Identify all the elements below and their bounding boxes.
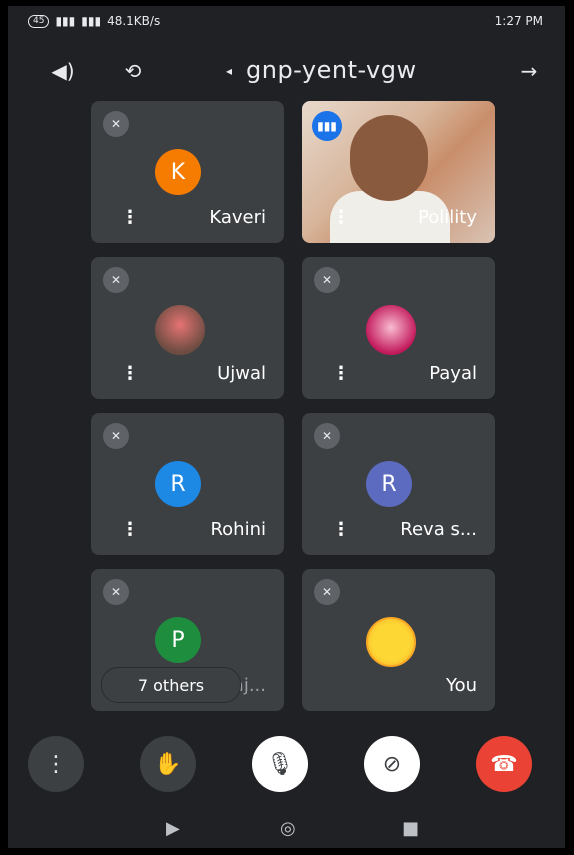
chevron-icon[interactable]: ◂ — [226, 64, 232, 78]
meet-screen: 45 ▮▮▮ ▮▮▮ 48.1KB/s 1:27 PM ◀) ⟲ ◂ gnp-y… — [8, 6, 565, 848]
more-options-icon[interactable]: ⋮ — [121, 519, 139, 540]
back-nav-icon[interactable]: ▶ — [166, 818, 180, 839]
switch-camera-icon[interactable]: ⟲ — [118, 56, 148, 86]
avatar: K — [155, 149, 201, 195]
status-left: 45 ▮▮▮ ▮▮▮ 48.1KB/s — [28, 14, 160, 28]
participant-tile-rohini[interactable]: ✕ R ⋮ Rohini — [91, 413, 284, 555]
mic-off-icon: ✕ — [314, 423, 340, 449]
more-options-button[interactable]: ⋮ — [28, 736, 84, 792]
participant-tile-kaveri[interactable]: ✕ K ⋮ Kaveri — [91, 101, 284, 243]
participant-tile-ujwal[interactable]: ✕ ⋮ Ujwal — [91, 257, 284, 399]
meeting-header: ◀) ⟲ ◂ gnp-yent-vgw → — [8, 46, 565, 96]
others-count-chip[interactable]: 7 others — [101, 667, 241, 703]
avatar — [155, 305, 205, 355]
mic-toggle-button[interactable]: 🎙 — [252, 736, 308, 792]
home-nav-icon[interactable]: ◎ — [280, 818, 296, 839]
mic-off-icon: ✕ — [314, 267, 340, 293]
camera-toggle-button[interactable]: ⊘ — [364, 736, 420, 792]
avatar — [366, 617, 416, 667]
participant-tile-polility[interactable]: ▮▮▮ ⋮ Polility — [302, 101, 495, 243]
participant-name: Rohini — [210, 519, 266, 540]
avatar: P — [155, 617, 201, 663]
participant-name: Kaveri — [209, 207, 266, 228]
more-options-icon[interactable]: ⋮ — [121, 363, 139, 384]
raise-hand-button[interactable]: ✋ — [140, 736, 196, 792]
avatar: R — [366, 461, 412, 507]
recents-nav-icon[interactable]: ■ — [402, 818, 419, 839]
network-speed: 48.1KB/s — [107, 14, 161, 28]
battery-indicator: 45 — [28, 14, 50, 28]
mic-off-icon: ✕ — [103, 111, 129, 137]
participant-tile-payal[interactable]: ✕ ⋮ Payal — [302, 257, 495, 399]
more-options-icon[interactable]: ⋮ — [121, 207, 139, 228]
signal-icon-2: ▮▮▮ — [81, 14, 102, 28]
system-navigation-bar: ▶ ◎ ■ — [8, 806, 565, 848]
mic-off-icon: ✕ — [103, 267, 129, 293]
participant-name: Reva s... — [400, 519, 477, 540]
more-options-icon[interactable]: ⋮ — [332, 519, 350, 540]
signal-icon: ▮▮▮ — [55, 14, 76, 28]
status-bar: 45 ▮▮▮ ▮▮▮ 48.1KB/s 1:27 PM — [8, 6, 565, 38]
avatar — [366, 305, 416, 355]
participant-name: Ujwal — [217, 363, 266, 384]
participant-name: Polility — [418, 207, 477, 228]
participant-tile-others[interactable]: ✕ P Praj... 7 others — [91, 569, 284, 711]
participant-tile-you[interactable]: ✕ You — [302, 569, 495, 711]
hang-up-button[interactable]: ☎ — [476, 736, 532, 792]
participant-name: You — [445, 675, 477, 696]
video-person-face — [350, 115, 428, 201]
mic-off-icon: ✕ — [103, 579, 129, 605]
speaking-indicator-icon: ▮▮▮ — [312, 111, 342, 141]
speaker-icon[interactable]: ◀) — [48, 56, 78, 86]
mic-off-icon: ✕ — [314, 579, 340, 605]
status-time: 1:27 PM — [494, 14, 543, 28]
meeting-code[interactable]: gnp-yent-vgw — [246, 56, 417, 84]
avatar: R — [155, 461, 201, 507]
more-options-icon[interactable]: ⋮ — [332, 363, 350, 384]
more-options-icon[interactable]: ⋮ — [332, 207, 350, 228]
arrow-back-icon[interactable]: → — [514, 56, 544, 86]
participant-name: Payal — [429, 363, 477, 384]
mic-off-icon: ✕ — [103, 423, 129, 449]
participant-tile-reva[interactable]: ✕ R ⋮ Reva s... — [302, 413, 495, 555]
